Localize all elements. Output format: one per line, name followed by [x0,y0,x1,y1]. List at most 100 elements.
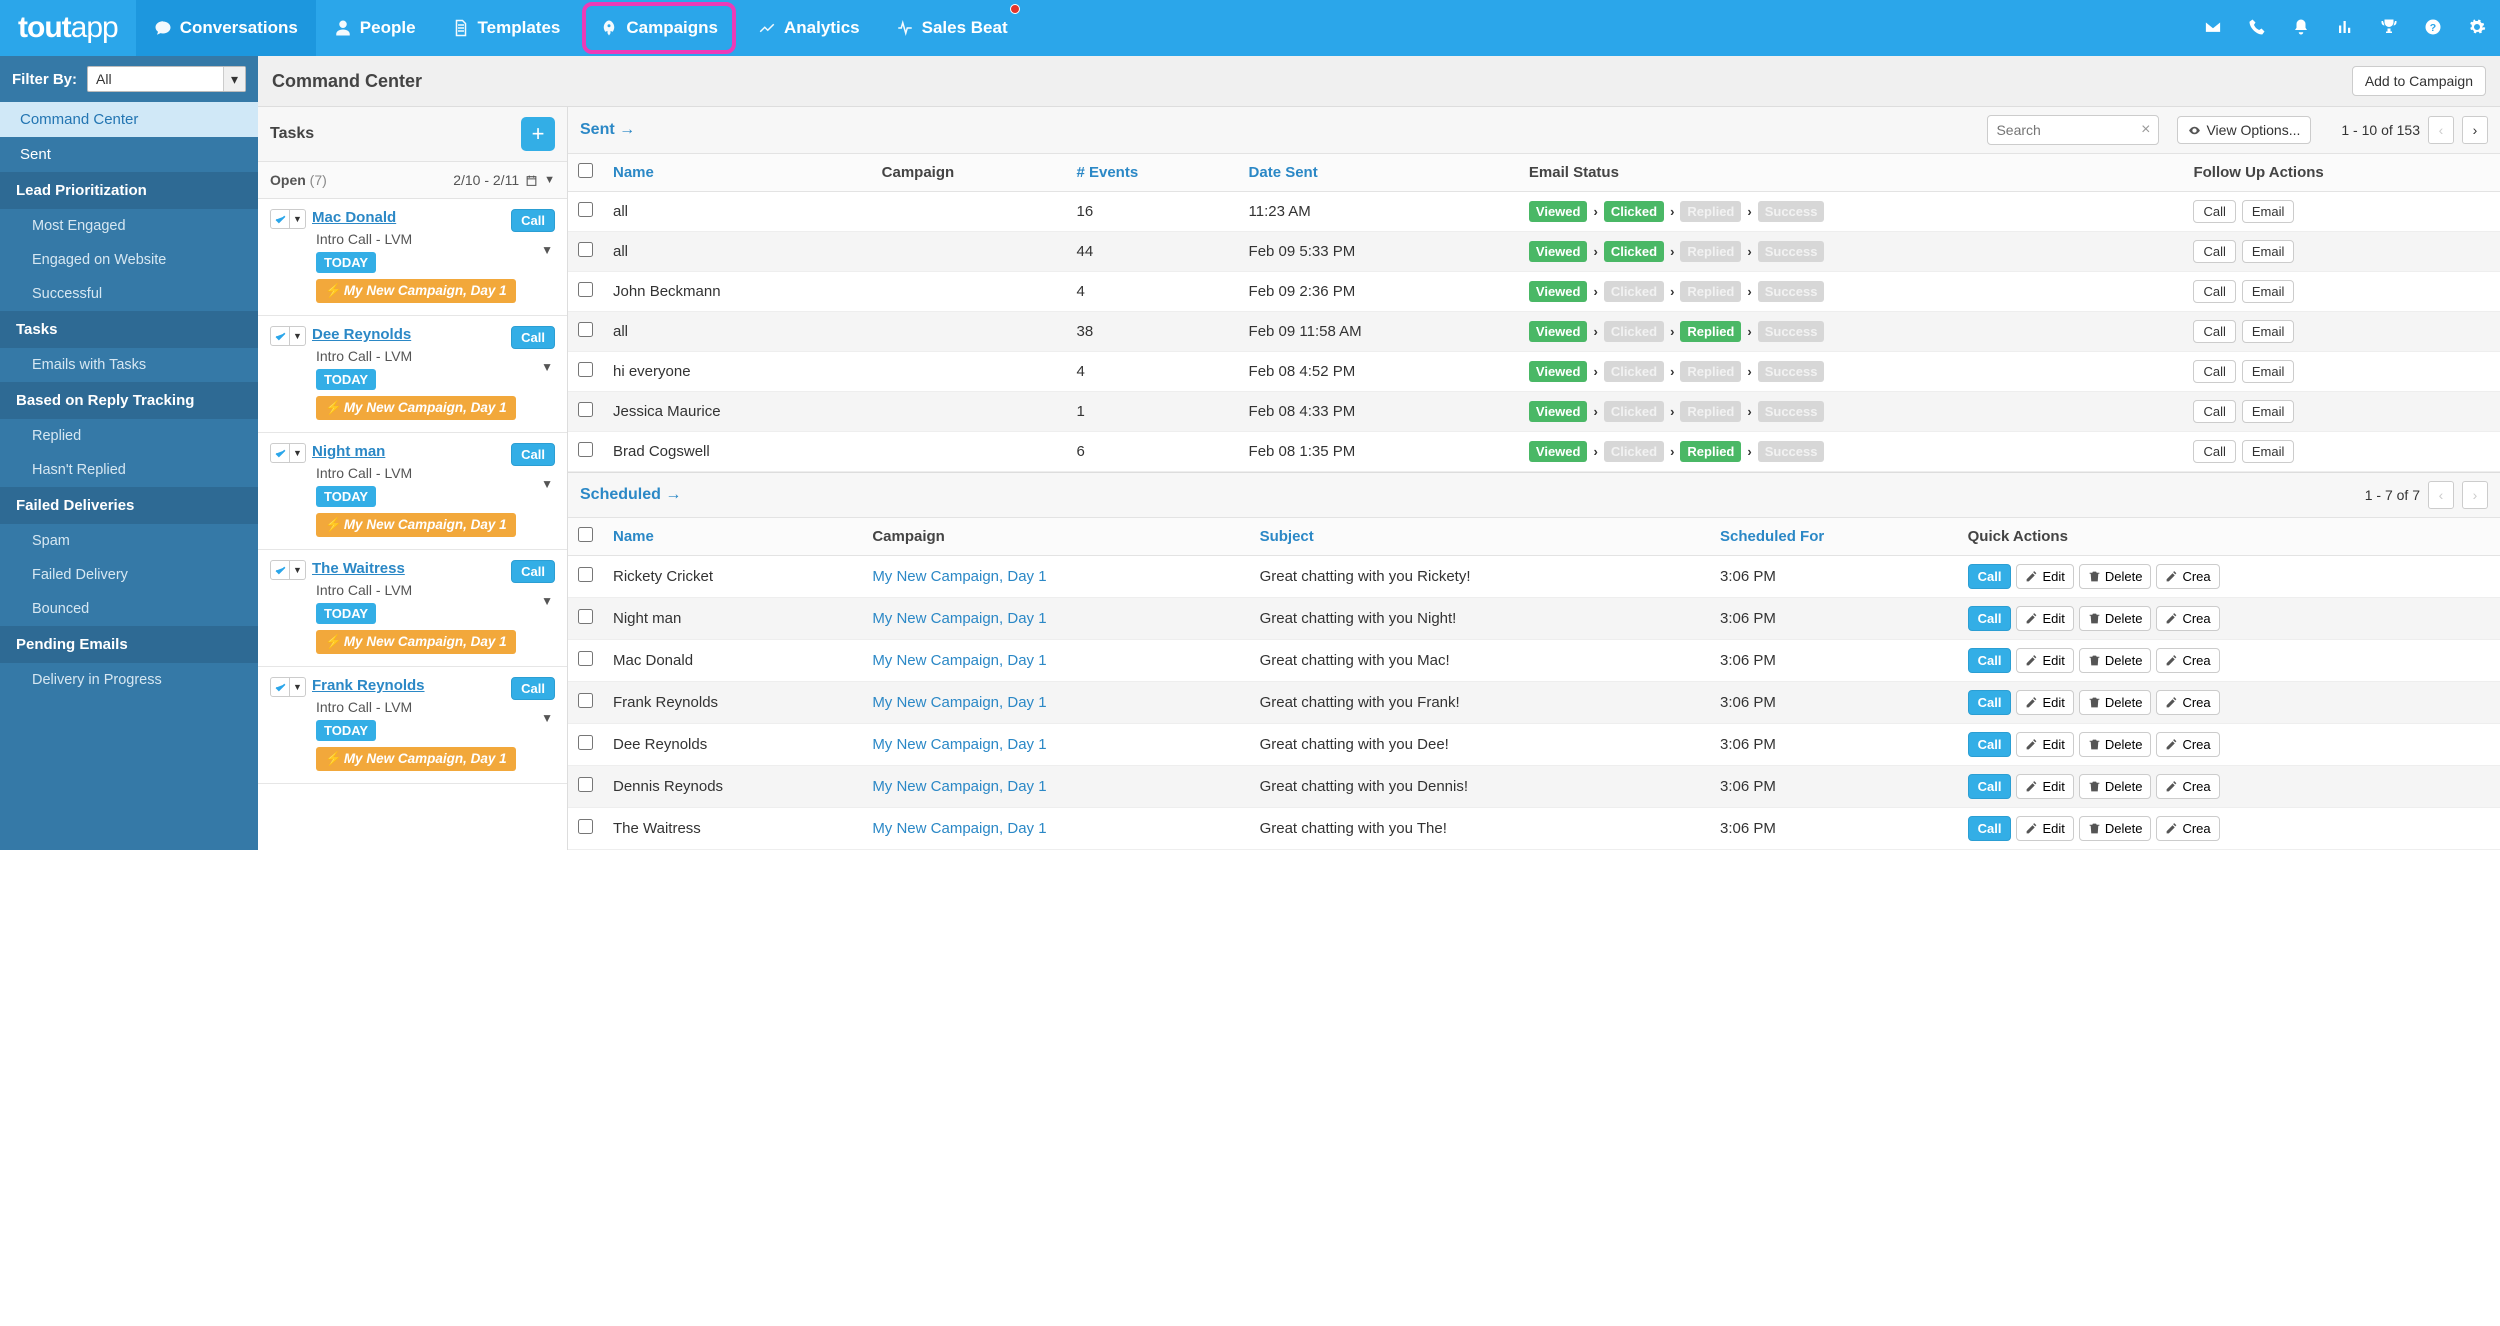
nav-analytics[interactable]: Analytics [740,0,878,56]
chevron-down-icon[interactable]: ▼ [541,243,553,257]
row-checkbox[interactable] [578,402,593,417]
row-checkbox[interactable] [578,442,593,457]
sidebar-most-engaged[interactable]: Most Engaged [0,209,258,243]
sent-row[interactable]: Jessica Maurice1Feb 08 4:33 PMViewed›Cli… [568,392,2500,432]
followup-call-button[interactable]: Call [2193,200,2235,223]
phone-icon[interactable] [2248,18,2266,39]
task-name-link[interactable]: Night man [312,443,385,460]
sidebar-sent[interactable]: Sent [0,137,258,172]
qa-call-button[interactable]: Call [1968,648,2012,673]
followup-call-button[interactable]: Call [2193,360,2235,383]
scheduled-row[interactable]: The WaitressMy New Campaign, Day 1Great … [568,808,2500,850]
campaign-badge[interactable]: My New Campaign, Day 1 [316,396,516,420]
search-box[interactable]: × [1987,115,2159,145]
task-checkbox[interactable]: ▼ [270,560,306,580]
followup-email-button[interactable]: Email [2242,280,2295,303]
task-name-link[interactable]: Dee Reynolds [312,326,411,343]
qa-delete-button[interactable]: Delete [2079,816,2152,841]
sent-row[interactable]: all1611:23 AMViewed›Clicked›Replied›Succ… [568,192,2500,232]
clear-search-icon[interactable]: × [2141,121,2150,139]
scheduled-row[interactable]: Dee ReynoldsMy New Campaign, Day 1Great … [568,724,2500,766]
scol-subject[interactable]: Subject [1250,518,1710,556]
qa-delete-button[interactable]: Delete [2079,648,2152,673]
qa-call-button[interactable]: Call [1968,732,2012,757]
view-options-button[interactable]: View Options... [2177,116,2311,144]
campaign-badge[interactable]: My New Campaign, Day 1 [316,747,516,771]
chevron-down-icon[interactable]: ▼ [290,443,306,463]
qa-create-button[interactable]: Crea [2156,732,2219,757]
row-checkbox[interactable] [578,609,593,624]
qa-delete-button[interactable]: Delete [2079,606,2152,631]
sidebar-command-center[interactable]: Command Center [0,102,258,137]
scheduled-title-link[interactable]: Scheduled → [580,486,681,504]
logo[interactable]: toutapp [0,11,136,45]
sent-row[interactable]: John Beckmann4Feb 09 2:36 PMViewed›Click… [568,272,2500,312]
qa-edit-button[interactable]: Edit [2016,732,2073,757]
followup-call-button[interactable]: Call [2193,240,2235,263]
col-campaign[interactable]: Campaign [872,154,1067,192]
qa-call-button[interactable]: Call [1968,690,2012,715]
qa-edit-button[interactable]: Edit [2016,606,2073,631]
sent-row[interactable]: hi everyone4Feb 08 4:52 PMViewed›Clicked… [568,352,2500,392]
task-checkbox[interactable]: ▼ [270,677,306,697]
qa-edit-button[interactable]: Edit [2016,774,2073,799]
scol-when[interactable]: Scheduled For [1710,518,1958,556]
campaign-link[interactable]: My New Campaign, Day 1 [872,778,1046,795]
nav-templates[interactable]: Templates [434,0,579,56]
chevron-down-icon[interactable]: ▼ [290,209,306,229]
row-checkbox[interactable] [578,567,593,582]
row-checkbox[interactable] [578,735,593,750]
search-input[interactable] [1996,122,2141,138]
row-checkbox[interactable] [578,819,593,834]
next-page-button[interactable]: › [2462,116,2488,144]
sidebar-engaged-on-website[interactable]: Engaged on Website [0,243,258,277]
scheduled-row[interactable]: Frank ReynoldsMy New Campaign, Day 1Grea… [568,682,2500,724]
sched-next-button[interactable]: › [2462,481,2488,509]
qa-call-button[interactable]: Call [1968,606,2012,631]
col-events[interactable]: # Events [1066,154,1238,192]
select-all-sent[interactable] [578,163,593,178]
add-task-button[interactable]: + [521,117,555,151]
followup-email-button[interactable]: Email [2242,240,2295,263]
chevron-down-icon[interactable]: ▼ [544,174,555,186]
trophy-icon[interactable] [2380,18,2398,39]
sched-prev-button[interactable]: ‹ [2428,481,2454,509]
chevron-down-icon[interactable]: ▼ [541,594,553,608]
campaign-link[interactable]: My New Campaign, Day 1 [872,820,1046,837]
scheduled-row[interactable]: Rickety CricketMy New Campaign, Day 1Gre… [568,556,2500,598]
campaign-badge[interactable]: My New Campaign, Day 1 [316,279,516,303]
followup-email-button[interactable]: Email [2242,360,2295,383]
qa-call-button[interactable]: Call [1968,774,2012,799]
col-date[interactable]: Date Sent [1239,154,1519,192]
sidebar-bounced[interactable]: Bounced [0,592,258,626]
campaign-link[interactable]: My New Campaign, Day 1 [872,568,1046,585]
chevron-down-icon[interactable]: ▼ [541,477,553,491]
followup-call-button[interactable]: Call [2193,280,2235,303]
envelope-icon[interactable] [2204,18,2222,39]
gear-icon[interactable] [2468,18,2486,39]
prev-page-button[interactable]: ‹ [2428,116,2454,144]
followup-email-button[interactable]: Email [2242,440,2295,463]
row-checkbox[interactable] [578,282,593,297]
qa-delete-button[interactable]: Delete [2079,690,2152,715]
task-checkbox[interactable]: ▼ [270,209,306,229]
sent-row[interactable]: all44Feb 09 5:33 PMViewed›Clicked›Replie… [568,232,2500,272]
nav-sales-beat[interactable]: Sales Beat [878,0,1026,56]
sent-row[interactable]: all38Feb 09 11:58 AMViewed›Clicked›Repli… [568,312,2500,352]
chevron-down-icon[interactable]: ▼ [290,677,306,697]
row-checkbox[interactable] [578,242,593,257]
sent-title-link[interactable]: Sent → [580,121,635,139]
row-checkbox[interactable] [578,322,593,337]
select-all-scheduled[interactable] [578,527,593,542]
add-to-campaign-button[interactable]: Add to Campaign [2352,66,2486,96]
qa-delete-button[interactable]: Delete [2079,774,2152,799]
chevron-down-icon[interactable]: ▼ [541,711,553,725]
chevron-down-icon[interactable]: ▼ [290,560,306,580]
campaign-badge[interactable]: My New Campaign, Day 1 [316,513,516,537]
qa-create-button[interactable]: Crea [2156,606,2219,631]
task-name-link[interactable]: Frank Reynolds [312,677,425,694]
call-button[interactable]: Call [511,677,555,700]
sidebar-spam[interactable]: Spam [0,524,258,558]
qa-create-button[interactable]: Crea [2156,774,2219,799]
nav-people[interactable]: People [316,0,434,56]
